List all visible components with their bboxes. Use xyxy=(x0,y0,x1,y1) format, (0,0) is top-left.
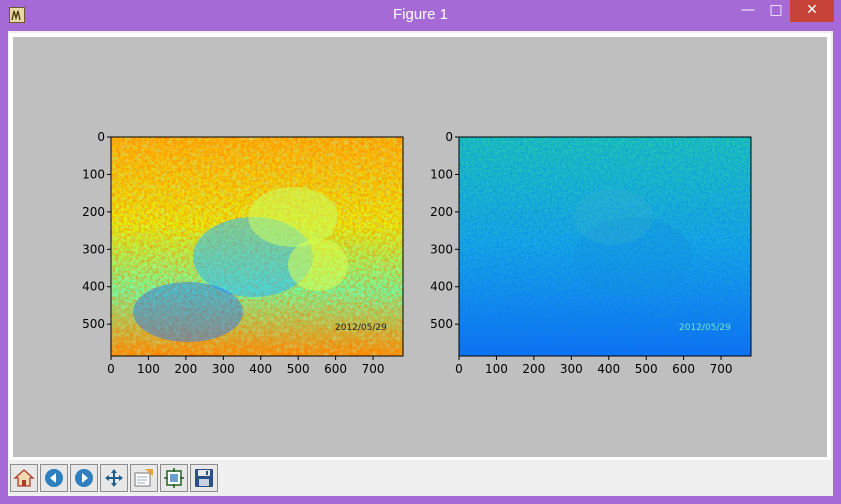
subplots-button[interactable] xyxy=(160,464,188,492)
move-arrows-icon xyxy=(105,469,123,487)
right-image-axes: 2012/05/29 xyxy=(458,136,752,357)
left-ytick-label-4: 400 xyxy=(82,280,105,294)
pan-button[interactable] xyxy=(100,464,128,492)
right-xtick-label-7: 700 xyxy=(710,362,733,376)
figure-canvas[interactable]: 2012/05/29 2012/05/29 0 100 200 300 400 500 60… xyxy=(13,37,827,457)
right-ytick-label-0: 0 xyxy=(445,130,453,144)
right-xtick-label-2: 200 xyxy=(522,362,545,376)
left-xtick-label-4: 400 xyxy=(249,362,272,376)
left-xtick-label-7: 700 xyxy=(362,362,385,376)
forward-arrow-icon xyxy=(75,469,93,487)
right-ytick-label-1: 100 xyxy=(430,167,453,181)
left-xtick-label-2: 200 xyxy=(174,362,197,376)
left-xtick-label-0: 0 xyxy=(107,362,115,376)
left-xtick-label-1: 100 xyxy=(137,362,160,376)
right-xtick-label-3: 300 xyxy=(560,362,583,376)
navigation-toolbar xyxy=(8,462,833,496)
title-bar[interactable]: Figure 1 — □ ✕ xyxy=(0,0,841,30)
right-xtick-label-6: 600 xyxy=(672,362,695,376)
left-timestamp: 2012/05/29 xyxy=(335,323,387,333)
left-ytick-label-3: 300 xyxy=(82,242,105,256)
back-arrow-icon xyxy=(45,469,63,487)
zoom-button[interactable] xyxy=(130,464,158,492)
right-ytick-label-5: 500 xyxy=(430,317,453,331)
home-button[interactable] xyxy=(10,464,38,492)
minimize-button[interactable]: — xyxy=(735,0,761,22)
zoom-rect-icon xyxy=(134,469,153,487)
figure-window: Figure 1 — □ ✕ 2012/05/29 2012/05/29 0 1… xyxy=(0,0,841,504)
left-xtick-label-6: 600 xyxy=(324,362,347,376)
configure-subplots-icon xyxy=(164,468,184,488)
right-timestamp: 2012/05/29 xyxy=(679,323,731,333)
left-ytick-label-0: 0 xyxy=(97,130,105,144)
left-ytick-label-2: 200 xyxy=(82,205,105,219)
left-xtick-label-5: 500 xyxy=(287,362,310,376)
left-ytick-label-1: 100 xyxy=(82,167,105,181)
right-ytick-label-4: 400 xyxy=(430,280,453,294)
left-image-axes: 2012/05/29 xyxy=(110,136,404,357)
right-xtick-label-4: 400 xyxy=(597,362,620,376)
window-title: Figure 1 xyxy=(392,6,449,23)
right-ytick-label-2: 200 xyxy=(430,205,453,219)
right-ytick-label-3: 300 xyxy=(430,242,453,256)
forward-button[interactable] xyxy=(70,464,98,492)
home-icon xyxy=(13,469,35,487)
close-button[interactable]: ✕ xyxy=(790,0,834,22)
right-xtick-label-5: 500 xyxy=(635,362,658,376)
back-button[interactable] xyxy=(40,464,68,492)
save-button[interactable] xyxy=(190,464,218,492)
maximize-button[interactable]: □ xyxy=(763,0,789,22)
floppy-disk-icon xyxy=(195,469,213,487)
right-xtick-label-0: 0 xyxy=(455,362,463,376)
left-ytick-label-5: 500 xyxy=(82,317,105,331)
right-xtick-label-1: 100 xyxy=(485,362,508,376)
left-xtick-label-3: 300 xyxy=(212,362,235,376)
